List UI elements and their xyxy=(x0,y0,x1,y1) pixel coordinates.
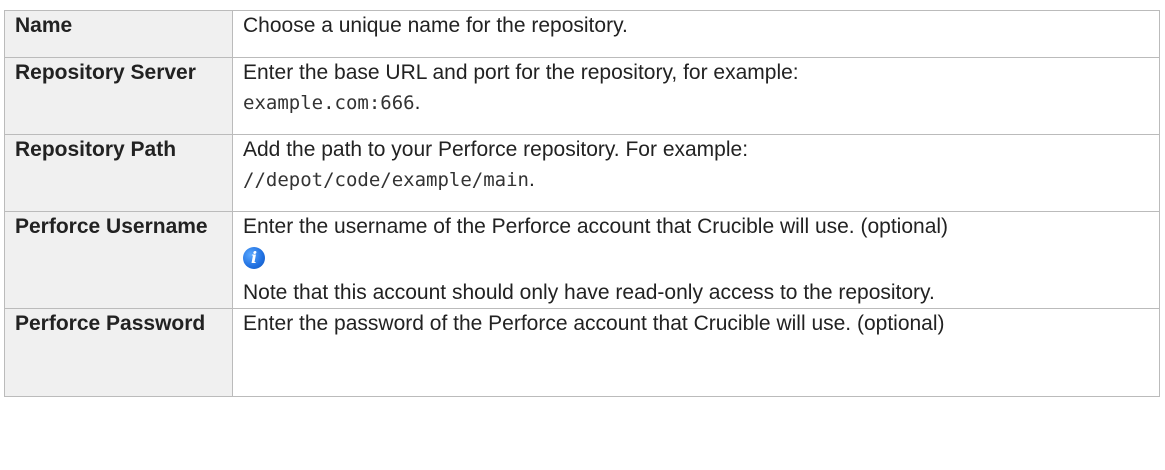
example-code: example.com:666 xyxy=(243,92,415,114)
suffix-text: . xyxy=(528,168,535,191)
repository-config-table: Name Choose a unique name for the reposi… xyxy=(4,10,1160,397)
description-text: Enter the password of the Perforce accou… xyxy=(243,312,945,335)
field-name-label: Name xyxy=(4,10,233,58)
field-name-label: Perforce Username xyxy=(4,211,233,309)
table-row-name: Name Choose a unique name for the reposi… xyxy=(4,10,1160,58)
field-name-label: Repository Path xyxy=(4,134,233,212)
description-text: Enter the base URL and port for the repo… xyxy=(243,61,799,84)
description-text: Enter the username of the Perforce accou… xyxy=(243,215,949,238)
table-row-perforce-password: Perforce Password Enter the password of … xyxy=(4,308,1160,397)
table-row-repository-path: Repository Path Add the path to your Per… xyxy=(4,134,1160,212)
field-description: Enter the username of the Perforce accou… xyxy=(232,211,1160,309)
note-text: Note that this account should only have … xyxy=(243,281,935,304)
table-row-repository-server: Repository Server Enter the base URL and… xyxy=(4,57,1160,135)
example-code: //depot/code/example/main xyxy=(243,169,529,191)
field-description: Add the path to your Perforce repository… xyxy=(232,134,1160,212)
field-description: Enter the password of the Perforce accou… xyxy=(232,308,1160,397)
field-description: Choose a unique name for the repository. xyxy=(232,10,1160,58)
field-name-label: Repository Server xyxy=(4,57,233,135)
info-icon[interactable]: i xyxy=(243,247,265,270)
field-name-label: Perforce Password xyxy=(4,308,233,397)
description-text: Choose a unique name for the repository. xyxy=(243,14,628,37)
description-text: Add the path to your Perforce repository… xyxy=(243,138,749,161)
table-row-perforce-username: Perforce Username Enter the username of … xyxy=(4,211,1160,309)
suffix-text: . xyxy=(414,91,421,114)
field-description: Enter the base URL and port for the repo… xyxy=(232,57,1160,135)
